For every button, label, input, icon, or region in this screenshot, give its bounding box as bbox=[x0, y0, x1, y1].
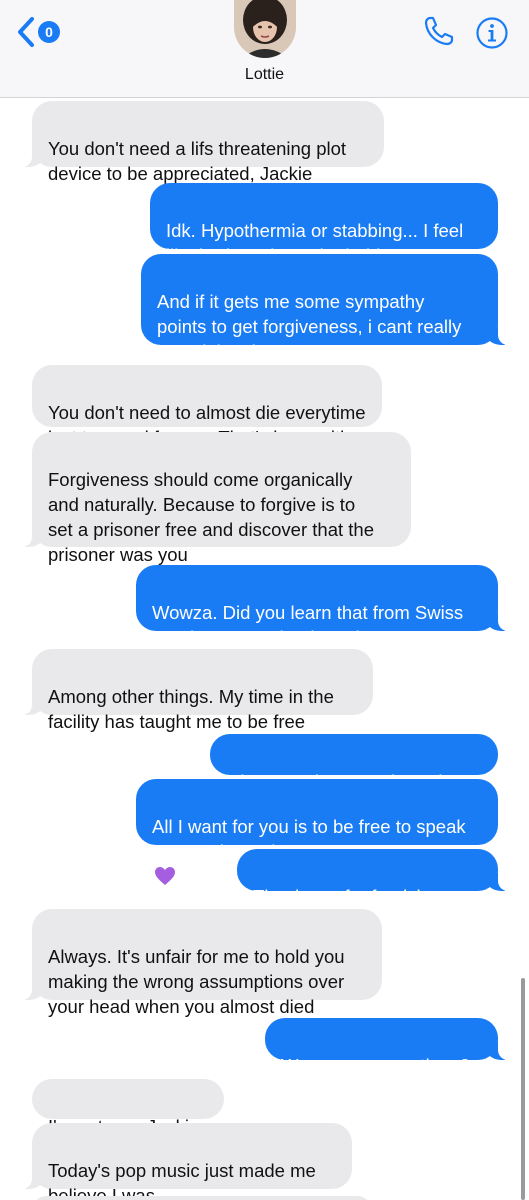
scrollbar[interactable] bbox=[521, 978, 525, 1200]
conversation-header: 0 Lottie bbox=[0, 0, 529, 98]
message-bubble-incoming[interactable]: Always. It's unfair for me to hold you m… bbox=[6, 909, 382, 1017]
message-text: Wrong... assumptions? bbox=[281, 1055, 470, 1076]
message-bubble-outgoing[interactable]: All I want for you is to be free to spea… bbox=[136, 779, 498, 885]
message-bubble-outgoing[interactable]: Thank you for forgiving me bbox=[237, 849, 524, 907]
purple-heart-icon bbox=[155, 867, 175, 885]
message-bubble-outgoing[interactable]: Wowza. Did you learn that from Swiss For… bbox=[136, 565, 524, 648]
message-bubble-incoming[interactable]: Today's pop music just made me believe I… bbox=[6, 1123, 352, 1200]
chevron-left-icon bbox=[18, 17, 34, 47]
contact-avatar[interactable] bbox=[234, 0, 296, 58]
message-bubble-outgoing[interactable]: Oh. I'm so happy to hear that! bbox=[210, 734, 498, 792]
unread-count-badge: 0 bbox=[38, 21, 60, 43]
phone-call-button[interactable] bbox=[422, 14, 456, 48]
message-text: Always. It's unfair for me to hold you m… bbox=[48, 946, 345, 1017]
message-text: Today's pop music just made me believe I… bbox=[48, 1160, 316, 1200]
avatar-photo bbox=[234, 0, 296, 58]
message-bubble-incoming[interactable]: Among other things. My time in the facil… bbox=[6, 649, 373, 732]
message-bubble-incoming[interactable]: You don't need to almost die everytime j… bbox=[32, 365, 382, 448]
message-thread[interactable]: You don't need a lifs threatening plot d… bbox=[0, 98, 529, 1200]
message-text: Forgiveness should come organically and … bbox=[48, 469, 374, 565]
message-text: You don't need a lifs threatening plot d… bbox=[48, 138, 347, 184]
message-bubble-outgoing[interactable]: Wrong... assumptions? bbox=[265, 1018, 524, 1076]
message-bubble-outgoing[interactable]: And if it gets me some sympathy points t… bbox=[141, 254, 524, 362]
message-bubble-incoming[interactable]: Forgiveness should come organically and … bbox=[6, 432, 411, 565]
message-bubble-incoming[interactable]: I'm not gay, Jackie bbox=[32, 1079, 224, 1137]
contact-name[interactable]: Lottie bbox=[0, 66, 529, 84]
phone-icon bbox=[424, 16, 454, 46]
message-text: Wowza. Did you learn that from Swiss For… bbox=[152, 602, 464, 648]
messages-screen: 0 Lottie You don't need a lifs threateni… bbox=[0, 0, 529, 1200]
message-text: Thank you for forgiving me bbox=[253, 886, 473, 907]
back-button[interactable]: 0 bbox=[16, 14, 60, 50]
message-bubble-outgoing[interactable]: Idk. Hypothermia or stabbing... I feel l… bbox=[150, 183, 498, 266]
info-icon bbox=[476, 17, 508, 49]
message-bubble-incoming-partial[interactable] bbox=[32, 1196, 372, 1200]
message-bubble-incoming[interactable]: You don't need a lifs threatening plot d… bbox=[6, 101, 384, 184]
message-text: Among other things. My time in the facil… bbox=[48, 686, 334, 732]
message-text: And if it gets me some sympathy points t… bbox=[157, 291, 462, 362]
info-button[interactable] bbox=[475, 16, 509, 50]
